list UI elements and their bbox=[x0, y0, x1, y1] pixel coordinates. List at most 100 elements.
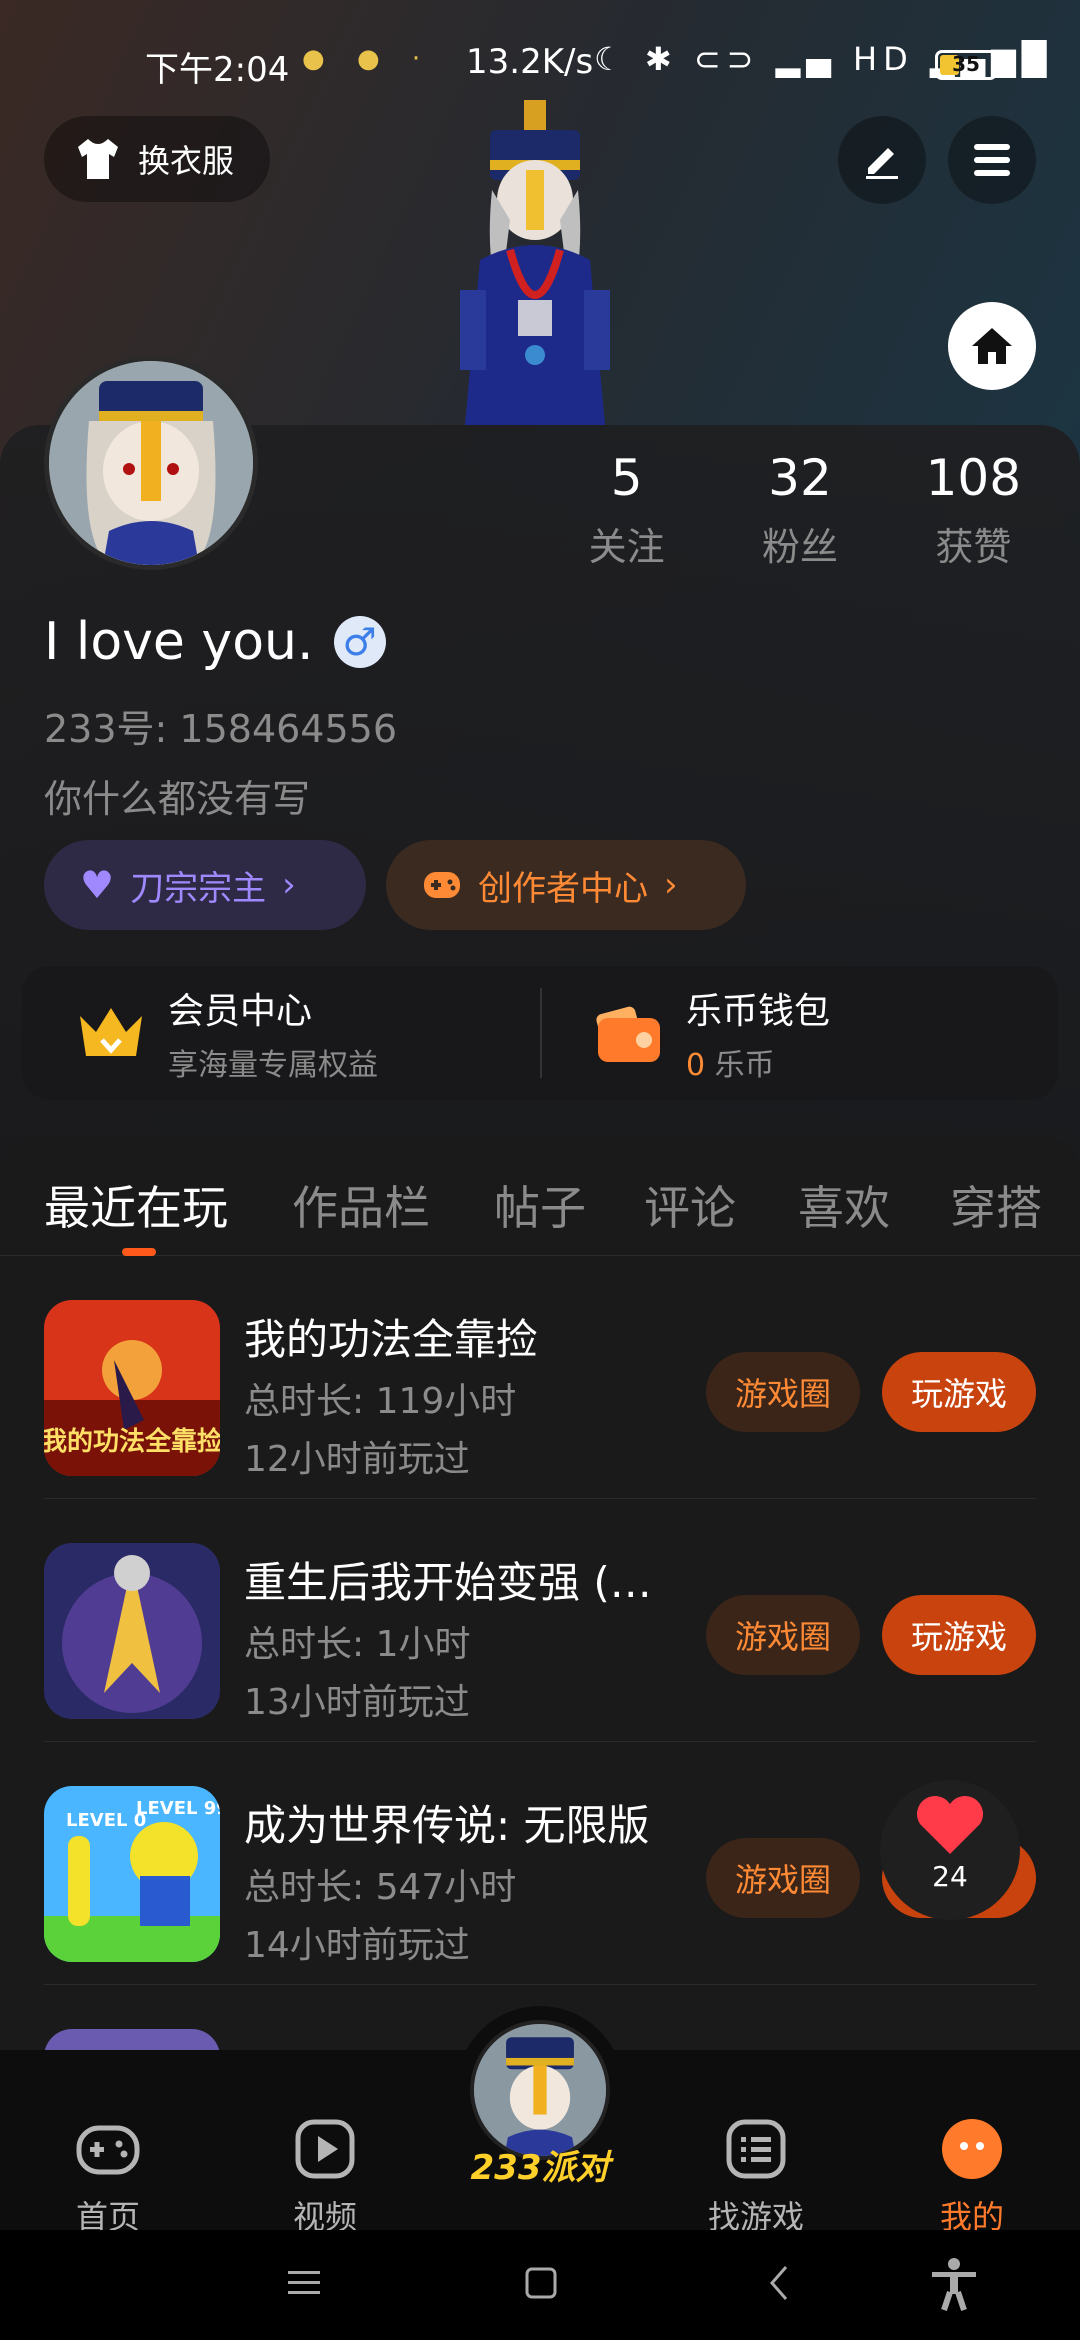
tab-outfits[interactable]: 穿搭 bbox=[950, 1172, 1042, 1238]
member-center-title: 会员中心 bbox=[168, 991, 313, 1032]
profile-avatar[interactable] bbox=[44, 356, 258, 570]
followers-stat[interactable]: 32 粉丝 bbox=[713, 446, 886, 571]
back-icon[interactable] bbox=[768, 2264, 790, 2302]
tab-likes[interactable]: 喜欢 bbox=[798, 1172, 890, 1238]
game-last-played: 14小时前玩过 bbox=[244, 1925, 470, 1966]
avatar-image bbox=[49, 361, 253, 565]
game-thumbnail-label: LEVEL 0 bbox=[66, 1810, 146, 1831]
crown-icon bbox=[80, 1008, 142, 1056]
likes-stat[interactable]: 108 获赞 bbox=[887, 446, 1060, 571]
play-game-button[interactable]: 玩游戏 bbox=[882, 1352, 1036, 1432]
wallet-balance: 0 乐币 bbox=[686, 1040, 830, 1084]
pencil-icon bbox=[866, 148, 898, 179]
change-outfit-button[interactable]: 换衣服 bbox=[44, 116, 270, 202]
system-navigation-bar bbox=[0, 2230, 1080, 2340]
nav-home[interactable]: 首页 bbox=[38, 2116, 178, 2238]
following-count: 5 bbox=[610, 449, 643, 507]
like-count: 24 bbox=[932, 1860, 968, 1893]
nav-party-label: 233派对 bbox=[470, 2148, 610, 2188]
nav-find-games[interactable]: 找游戏 bbox=[686, 2116, 826, 2238]
heart-icon bbox=[916, 1795, 984, 1854]
feature-cards: 会员中心 享海量专属权益 乐币钱包 0 乐币 bbox=[22, 966, 1058, 1100]
creator-center-button[interactable]: 创作者中心 › bbox=[386, 840, 746, 930]
edit-profile-button[interactable] bbox=[838, 116, 926, 204]
menu-icon bbox=[974, 144, 1010, 176]
game-thumbnail bbox=[44, 1543, 220, 1719]
game-duration: 总时长: 1小时 bbox=[244, 1624, 471, 1665]
game-last-played: 13小时前玩过 bbox=[244, 1682, 470, 1723]
following-label: 关注 bbox=[588, 525, 665, 569]
chevron-right-icon: › bbox=[664, 865, 678, 905]
profile-stats: 5 关注 32 粉丝 108 获赞 bbox=[540, 446, 1060, 571]
recent-apps-icon[interactable] bbox=[286, 2268, 322, 2298]
recent-games-list: 我的功法全靠捡 我的功法全靠捡 总时长: 119小时 12小时前玩过 游戏圈 玩… bbox=[0, 1256, 1080, 2051]
game-thumbnail bbox=[44, 2029, 220, 2051]
wallet-balance-value: 0 bbox=[686, 1048, 706, 1083]
game-title: 重生后我开始变强 (… bbox=[244, 1558, 652, 1607]
member-center-card[interactable]: 会员中心 享海量专属权益 bbox=[22, 966, 540, 1100]
battery-level: 35 bbox=[952, 52, 980, 76]
followers-count: 32 bbox=[768, 449, 832, 507]
list-icon bbox=[726, 2119, 786, 2179]
status-bar: 下午2:04 ● ● · 13.2K/s ☾ ✱ ⊂⊃ ▂▄ HD ▂▄▆█ 3… bbox=[0, 40, 1080, 90]
user-id[interactable]: 233号: 158464556 bbox=[44, 698, 397, 753]
like-widget[interactable]: 24 bbox=[880, 1780, 1020, 1920]
notification-icons: ● ● · bbox=[302, 44, 433, 74]
menu-button[interactable] bbox=[948, 116, 1036, 204]
chevron-right-icon: › bbox=[282, 865, 296, 905]
followers-label: 粉丝 bbox=[761, 525, 838, 569]
tab-recently-played[interactable]: 最近在玩 bbox=[44, 1172, 228, 1238]
game-circle-button[interactable]: 游戏圈 bbox=[706, 1595, 860, 1675]
title-tag-button[interactable]: ♥ 刀宗宗主 › bbox=[44, 840, 366, 930]
list-item[interactable]: 重生后我开始变强 (… 总时长: 1小时 13小时前玩过 游戏圈 玩游戏 bbox=[0, 1499, 1080, 1742]
nav-video[interactable]: 视频 bbox=[255, 2116, 395, 2238]
member-center-subtitle: 享海量专属权益 bbox=[168, 1048, 378, 1083]
game-duration: 总时长: 547小时 bbox=[244, 1867, 517, 1908]
game-thumbnail-label: LEVEL 999 bbox=[136, 1798, 220, 1819]
accessibility-icon[interactable] bbox=[926, 2256, 982, 2312]
change-outfit-label: 换衣服 bbox=[138, 142, 235, 180]
active-tab-indicator bbox=[122, 1248, 156, 1256]
avatar-character-figure[interactable] bbox=[430, 100, 640, 425]
status-time: 下午2:04 bbox=[145, 50, 290, 90]
likes-count: 108 bbox=[925, 449, 1022, 507]
tab-posts[interactable]: 帖子 bbox=[494, 1172, 586, 1238]
me-icon bbox=[942, 2119, 1002, 2179]
shirt-icon bbox=[78, 139, 118, 179]
nickname-row: I love you. ♂ bbox=[44, 612, 386, 672]
wallet-icon bbox=[596, 1006, 660, 1062]
tab-comments[interactable]: 评论 bbox=[644, 1172, 736, 1238]
play-game-button[interactable]: 玩游戏 bbox=[882, 1595, 1036, 1675]
network-speed: 13.2K/s bbox=[466, 42, 594, 82]
purple-heart-icon: ♥ bbox=[80, 863, 115, 907]
home-square-icon[interactable] bbox=[524, 2266, 558, 2300]
gamepad-icon bbox=[424, 872, 460, 898]
card-divider bbox=[540, 988, 542, 1078]
game-thumbnail: LEVEL 0 LEVEL 999 bbox=[44, 1786, 220, 1962]
likes-label: 获赞 bbox=[935, 525, 1012, 569]
nav-me[interactable]: 我的 bbox=[902, 2116, 1042, 2238]
wallet-balance-unit: 乐币 bbox=[714, 1048, 775, 1083]
game-circle-button[interactable]: 游戏圈 bbox=[706, 1838, 860, 1918]
game-thumbnail-title: 我的功法全靠捡 bbox=[44, 1426, 220, 1457]
wallet-title: 乐币钱包 bbox=[686, 991, 831, 1032]
wallet-card[interactable]: 乐币钱包 0 乐币 bbox=[540, 966, 1058, 1100]
tab-works[interactable]: 作品栏 bbox=[292, 1172, 430, 1238]
list-item[interactable]: 我的功法全靠捡 我的功法全靠捡 总时长: 119小时 12小时前玩过 游戏圈 玩… bbox=[0, 1256, 1080, 1499]
game-title: 我的功法全靠捡 bbox=[244, 1315, 539, 1364]
gamepad-icon bbox=[76, 2125, 140, 2175]
game-last-played: 12小时前玩过 bbox=[244, 1439, 470, 1480]
home-button[interactable] bbox=[948, 302, 1036, 390]
following-stat[interactable]: 5 关注 bbox=[540, 446, 713, 571]
nickname: I love you. bbox=[44, 612, 314, 672]
bio-text[interactable]: 你什么都没有写 bbox=[44, 768, 310, 823]
play-icon bbox=[295, 2119, 355, 2179]
game-circle-button[interactable]: 游戏圈 bbox=[706, 1352, 860, 1432]
battery-icon: 35 bbox=[935, 50, 997, 80]
party-avatar-image bbox=[470, 2020, 610, 2160]
profile-tabs: 最近在玩 作品栏 帖子 评论 喜欢 穿搭 bbox=[0, 1136, 1080, 1256]
game-title: 成为世界传说: 无限版 bbox=[244, 1801, 650, 1850]
house-icon bbox=[972, 328, 1012, 364]
male-gender-icon: ♂ bbox=[333, 616, 386, 668]
game-duration: 总时长: 119小时 bbox=[244, 1381, 517, 1422]
